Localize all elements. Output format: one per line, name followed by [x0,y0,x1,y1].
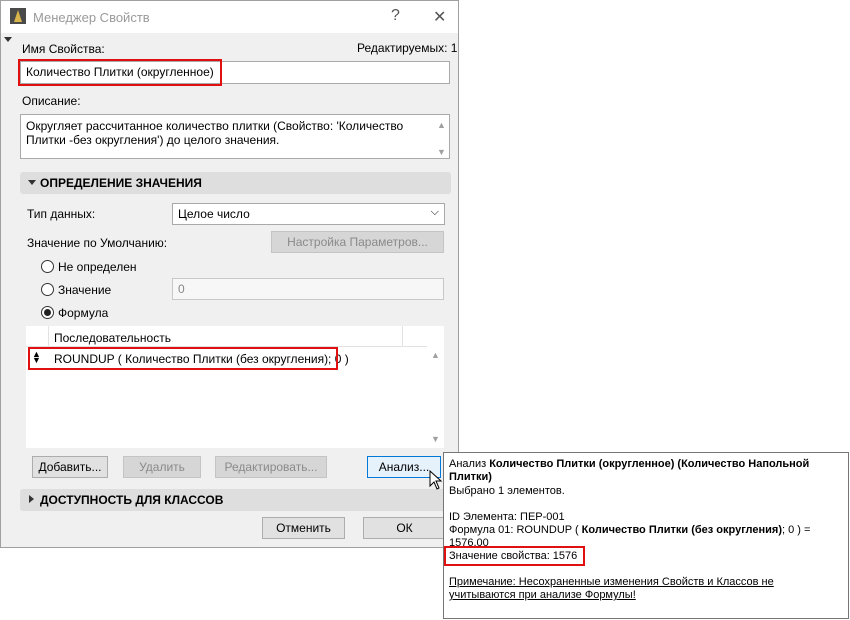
tooltip-formula-suffix: ; 0 ) = [781,524,811,536]
tooltip-property-name: Количество Плитки (округленное) (Количес… [489,458,810,470]
radio-value-label: Значение [58,283,112,297]
list-header: Последовательность [26,326,427,347]
title-bar: Менеджер Свойств ? ✕ [1,1,458,33]
class-availability-header[interactable]: ДОСТУПНОСТЬ ДЛЯ КЛАССОВ [20,489,451,511]
property-name-label: Имя Свойства: [22,42,105,56]
analysis-tooltip: Анализ Количество Плитки (округленное) (… [443,452,849,619]
value-definition-header[interactable]: ОПРЕДЕЛЕНИЕ ЗНАЧЕНИЯ [20,172,451,194]
radio-value[interactable] [41,283,54,296]
edit-button[interactable]: Редактировать... [215,456,327,478]
tooltip-note-line2: учитываются при анализе Формулы! [449,589,636,601]
scroll-down-icon[interactable]: ▼ [437,145,446,159]
tooltip-property-name-cont: Плитки) [449,471,492,483]
radio-undefined-label: Не определен [58,260,137,274]
default-value-label: Значение по Умолчанию: [27,236,168,250]
collapse-arrow-icon[interactable] [4,37,12,42]
highlight-name [18,59,222,86]
app-icon [10,8,26,24]
tooltip-title-line: Анализ Количество Плитки (округленное) (… [449,458,809,470]
description-textarea[interactable]: Округляет рассчитанное количество плитки… [20,114,450,159]
window-title: Менеджер Свойств [33,10,150,25]
scroll-up-icon[interactable]: ▲ [437,118,446,132]
tooltip-title-line2: Плитки) [449,471,492,483]
data-type-label: Тип данных: [27,207,96,221]
description-label: Описание: [22,94,81,108]
tooltip-selected-count: Выбрано 1 элементов. [449,485,565,497]
description-line: Округляет рассчитанное количество плитки… [26,119,404,133]
editable-count: Редактируемых: 1 [357,41,458,55]
tooltip-formula-name: Количество Плитки (без округления) [581,524,782,536]
sequence-column-header: Последовательность [54,331,171,345]
parameter-settings-button[interactable]: Настройка Параметров... [271,231,444,253]
close-icon[interactable]: ✕ [433,7,446,27]
formula-list[interactable]: Последовательность ▲ ▼ ROUNDUP ( Количест… [26,326,444,448]
ok-button[interactable]: ОК [363,517,446,539]
highlight-formula [28,347,338,370]
mouse-cursor-icon [429,470,443,490]
tooltip-note-line1: Примечание: Несохраненные изменения Свой… [449,576,774,588]
radio-formula[interactable] [41,306,54,319]
radio-undefined[interactable] [41,260,54,273]
highlight-value [444,546,585,566]
class-availability-title: ДОСТУПНОСТЬ ДЛЯ КЛАССОВ [40,493,224,507]
expand-triangle-icon [29,495,34,503]
radio-selected-dot [44,309,51,316]
add-button[interactable]: Добавить... [32,456,108,478]
tooltip-element-id: ID Элемента: ПЕР-001 [449,511,565,523]
tooltip-prefix: Анализ [449,458,490,470]
tooltip-formula-line: Формула 01: ROUNDUP ( Количество Плитки … [449,524,810,536]
data-type-value: Целое число [178,207,250,221]
value-input[interactable]: 0 [172,278,444,300]
scroll-down-icon[interactable]: ▼ [431,434,440,444]
value-definition-title: ОПРЕДЕЛЕНИЕ ЗНАЧЕНИЯ [40,176,202,190]
radio-formula-label: Формула [58,306,109,320]
description-line: Плитки -без округления') до целого значе… [26,133,280,147]
cancel-button[interactable]: Отменить [262,517,345,539]
help-icon[interactable]: ? [391,7,400,25]
column-divider [48,326,49,346]
data-type-select[interactable]: Целое число ⌵ [172,203,445,225]
tooltip-formula-prefix: Формула 01: ROUNDUP ( [449,524,582,536]
expand-triangle-icon [28,180,36,185]
column-divider [402,326,403,346]
delete-button[interactable]: Удалить [123,456,201,478]
scroll-up-icon[interactable]: ▲ [431,350,440,360]
property-manager-window: Менеджер Свойств ? ✕ Имя Свойства: Редак… [0,0,459,548]
chevron-down-icon: ⌵ [430,206,439,218]
